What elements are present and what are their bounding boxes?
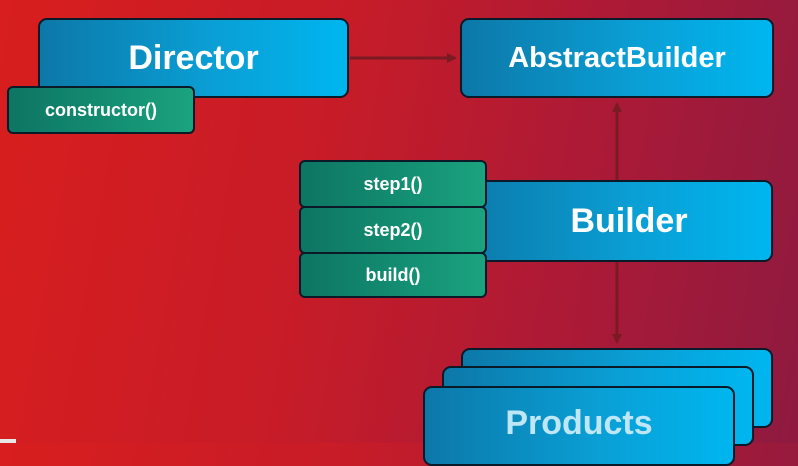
builder-method-step2: step2()	[299, 206, 487, 254]
abstract-builder-box: AbstractBuilder	[460, 18, 774, 98]
method-label: build()	[365, 264, 421, 285]
builder-box: Builder	[455, 180, 773, 262]
abstract-builder-label: AbstractBuilder	[508, 41, 726, 74]
builder-method-build: build()	[299, 252, 487, 298]
products-label: Products	[505, 404, 653, 442]
products-box: Products	[423, 386, 735, 466]
director-method-constructor: constructor()	[7, 86, 195, 134]
method-label: step1()	[363, 173, 423, 194]
video-progress-bar	[0, 439, 16, 443]
method-label: step2()	[363, 219, 423, 240]
builder-method-step1: step1()	[299, 160, 487, 208]
method-label: constructor()	[45, 99, 157, 120]
builder-label: Builder	[570, 201, 688, 240]
director-label: Director	[128, 38, 259, 77]
